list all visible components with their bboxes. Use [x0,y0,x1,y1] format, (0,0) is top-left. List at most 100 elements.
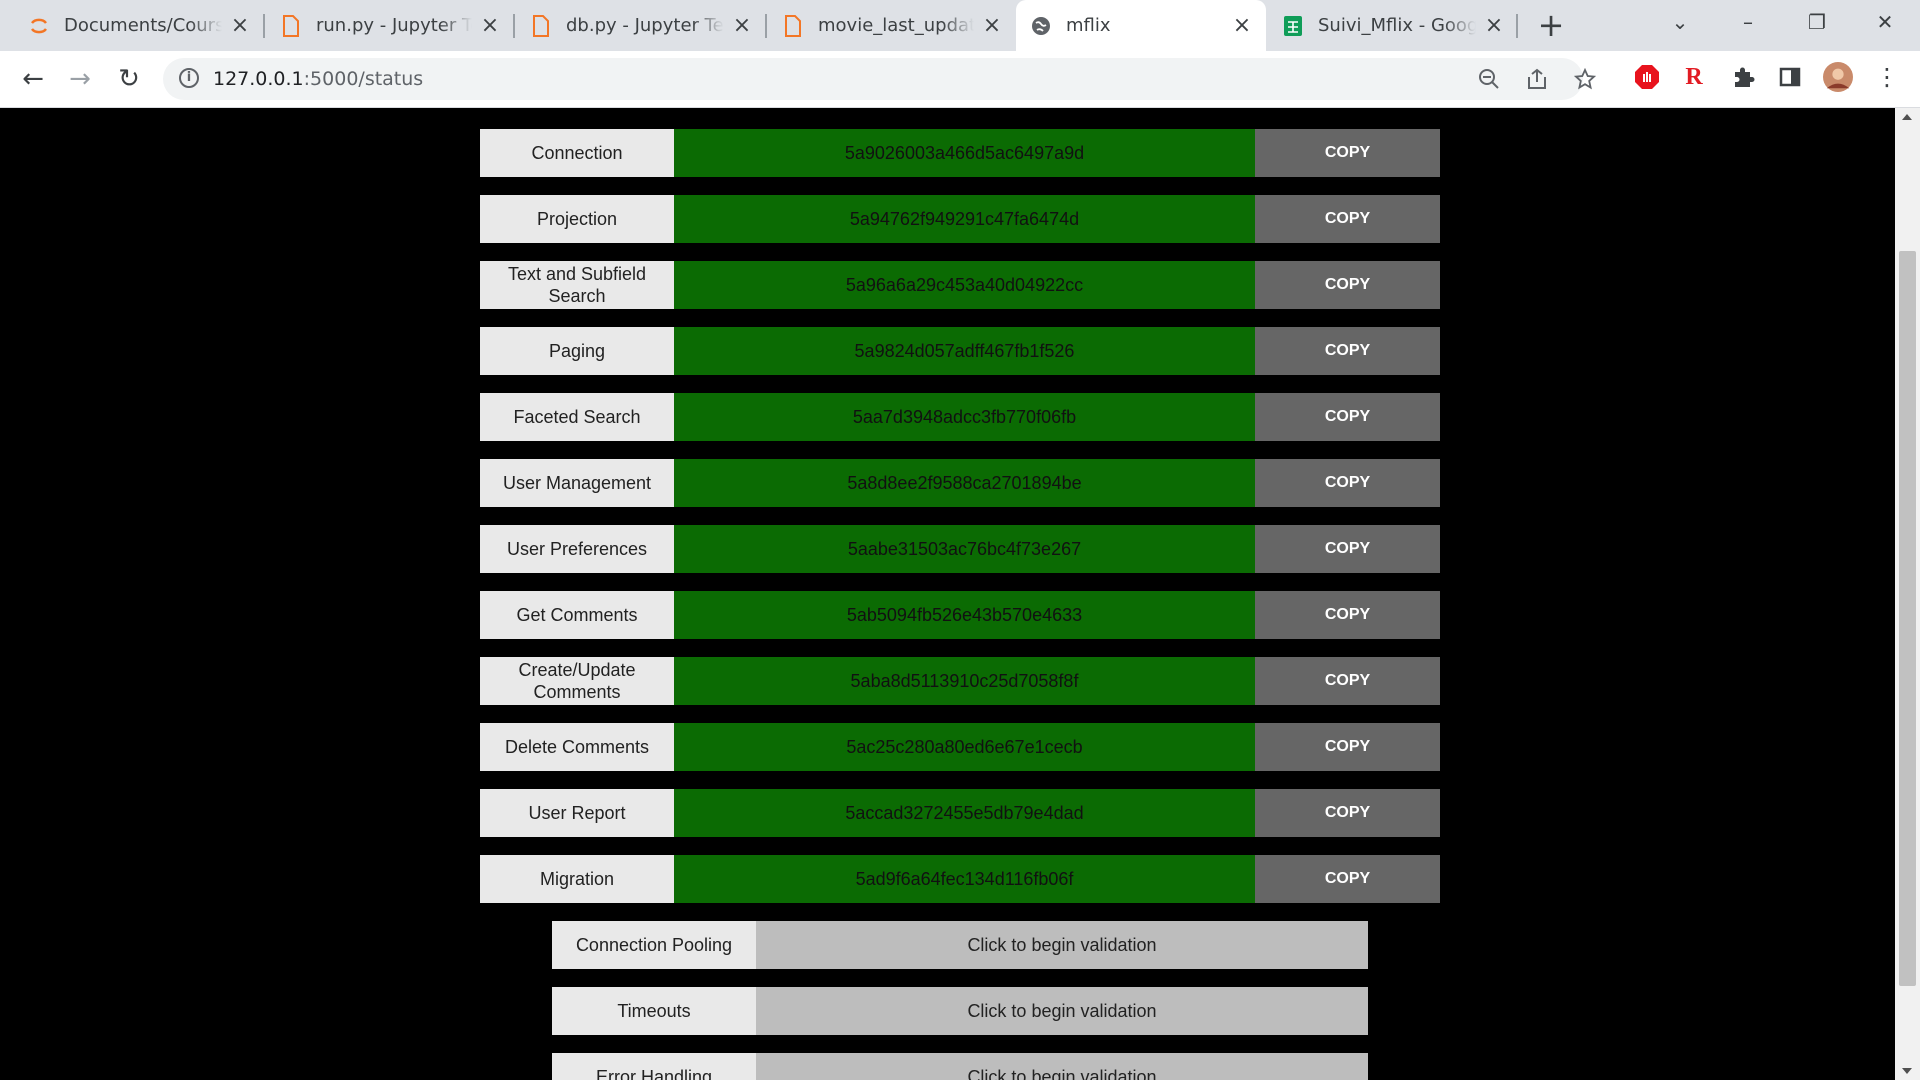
validation-row-error-handling: Error Handling Click to begin validation [552,1053,1368,1080]
ticket-value: 5ab5094fb526e43b570e4633 [674,591,1255,639]
copy-button[interactable]: COPY [1255,723,1440,771]
ticket-label: Migration [480,855,674,903]
copy-button[interactable]: COPY [1255,393,1440,441]
close-icon[interactable]: × [480,14,500,36]
jupyter-icon [28,15,50,37]
ticket-label: Delete Comments [480,723,674,771]
ticket-row-text-subfield-search: Text and Subfield Search 5a96a6a29c453a4… [480,261,1440,309]
tab-title: Documents/Cours/ [64,15,222,36]
zoom-icon[interactable] [1477,68,1501,92]
page-scrollbar[interactable] [1895,108,1920,1080]
ticket-row-get-comments: Get Comments 5ab5094fb526e43b570e4633 CO… [480,591,1440,639]
begin-validation-button[interactable]: Click to begin validation [756,1053,1368,1080]
ticket-value: 5a8d8ee2f9588ca2701894be [674,459,1255,507]
back-icon[interactable]: ← [16,63,50,97]
extensions-puzzle-icon[interactable] [1728,62,1758,92]
ticket-value: 5ad9f6a64fec134d116fb06f [674,855,1255,903]
ticket-label: Faceted Search [480,393,674,441]
scroll-up-icon[interactable] [1902,114,1912,120]
menu-kebab-icon[interactable]: ⋮ [1872,62,1902,92]
file-icon [530,14,552,37]
reload-icon[interactable]: ↻ [112,63,146,97]
ticket-value: 5a9026003a466d5ac6497a9d [674,129,1255,177]
tab-run-py[interactable]: run.py - Jupyter Text × [266,0,514,51]
side-panel-icon[interactable] [1775,62,1805,92]
tab-title: db.py - Jupyter Text [566,15,724,36]
tab-separator [765,14,767,38]
begin-validation-button[interactable]: Click to begin validation [756,987,1368,1035]
close-icon[interactable]: × [230,14,250,36]
ticket-row-connection: Connection 5a9026003a466d5ac6497a9d COPY [480,129,1440,177]
share-icon[interactable] [1525,68,1549,92]
info-icon[interactable]: i [179,68,199,88]
r-extension-icon[interactable]: R [1679,62,1709,92]
restore-icon[interactable]: ❐ [1792,0,1842,44]
close-icon[interactable]: × [1232,14,1252,36]
globe-icon [1030,15,1052,37]
ticket-value: 5aa7d3948adcc3fb770f06fb [674,393,1255,441]
tab-title: Suivi_Mflix - Google [1318,15,1476,36]
copy-button[interactable]: COPY [1255,657,1440,705]
url-text[interactable]: 127.0.0.1:5000/status [213,68,423,90]
ticket-row-paging: Paging 5a9824d057adff467fb1f526 COPY [480,327,1440,375]
ticket-label: Connection [480,129,674,177]
minimize-icon[interactable]: – [1723,0,1773,44]
ticket-row-create-update-comments: Create/Update Comments 5aba8d5113910c25d… [480,657,1440,705]
ticket-value: 5accad3272455e5db79e4dad [674,789,1255,837]
validation-row-timeouts: Timeouts Click to begin validation [552,987,1368,1035]
sheets-icon [1282,15,1304,37]
ticket-row-delete-comments: Delete Comments 5ac25c280a80ed6e67e1cecb… [480,723,1440,771]
tab-search-chevron-icon[interactable]: ⌄ [1655,0,1705,44]
scroll-down-icon[interactable] [1902,1068,1912,1074]
copy-button[interactable]: COPY [1255,327,1440,375]
validation-label: Error Handling [552,1053,756,1080]
ticket-row-projection: Projection 5a94762f949291c47fa6474d COPY [480,195,1440,243]
tab-title: mflix [1066,15,1111,36]
adblock-extension-icon[interactable] [1632,62,1662,92]
validation-row-connection-pooling: Connection Pooling Click to begin valida… [552,921,1368,969]
ticket-label: Get Comments [480,591,674,639]
copy-button[interactable]: COPY [1255,195,1440,243]
ticket-row-user-management: User Management 5a8d8ee2f9588ca2701894be… [480,459,1440,507]
tab-movie-last-updated[interactable]: movie_last_updated × [768,0,1016,51]
ticket-value: 5a94762f949291c47fa6474d [674,195,1255,243]
ticket-value: 5a9824d057adff467fb1f526 [674,327,1255,375]
tab-suivi-mflix[interactable]: Suivi_Mflix - Google × [1268,0,1518,51]
close-icon[interactable]: × [732,14,752,36]
tab-strip: Documents/Cours/ × run.py - Jupyter Text… [0,0,1920,51]
page-content: Connection 5a9026003a466d5ac6497a9d COPY… [0,108,1895,1080]
browser-chrome: Documents/Cours/ × run.py - Jupyter Text… [0,0,1920,108]
copy-button[interactable]: COPY [1255,261,1440,309]
new-tab-button[interactable]: + [1535,9,1567,42]
close-window-icon[interactable]: ✕ [1860,0,1910,44]
ticket-row-user-preferences: User Preferences 5aabe31503ac76bc4f73e26… [480,525,1440,573]
validation-label: Connection Pooling [552,921,756,969]
ticket-label: Paging [480,327,674,375]
ticket-value: 5a96a6a29c453a40d04922cc [674,261,1255,309]
tab-mflix[interactable]: mflix × [1016,0,1266,51]
avatar[interactable] [1823,62,1853,92]
ticket-row-user-report: User Report 5accad3272455e5db79e4dad COP… [480,789,1440,837]
copy-button[interactable]: COPY [1255,459,1440,507]
tab-documents[interactable]: Documents/Cours/ × [14,0,264,51]
tab-db-py[interactable]: db.py - Jupyter Text × [516,0,766,51]
forward-icon[interactable]: → [63,63,97,97]
close-icon[interactable]: × [982,14,1002,36]
bookmark-star-icon[interactable] [1573,67,1597,92]
file-icon [280,14,302,37]
copy-button[interactable]: COPY [1255,591,1440,639]
ticket-label: Projection [480,195,674,243]
close-icon[interactable]: × [1484,14,1504,36]
copy-button[interactable]: COPY [1255,855,1440,903]
ticket-label: Text and Subfield Search [480,261,674,309]
address-bar[interactable]: i 127.0.0.1:5000/status [163,58,1597,100]
ticket-row-faceted-search: Faceted Search 5aa7d3948adcc3fb770f06fb … [480,393,1440,441]
copy-button[interactable]: COPY [1255,525,1440,573]
begin-validation-button[interactable]: Click to begin validation [756,921,1368,969]
ticket-value: 5aabe31503ac76bc4f73e267 [674,525,1255,573]
copy-button[interactable]: COPY [1255,129,1440,177]
scrollbar-thumb[interactable] [1899,251,1916,986]
ticket-label: User Report [480,789,674,837]
ticket-label: User Preferences [480,525,674,573]
copy-button[interactable]: COPY [1255,789,1440,837]
